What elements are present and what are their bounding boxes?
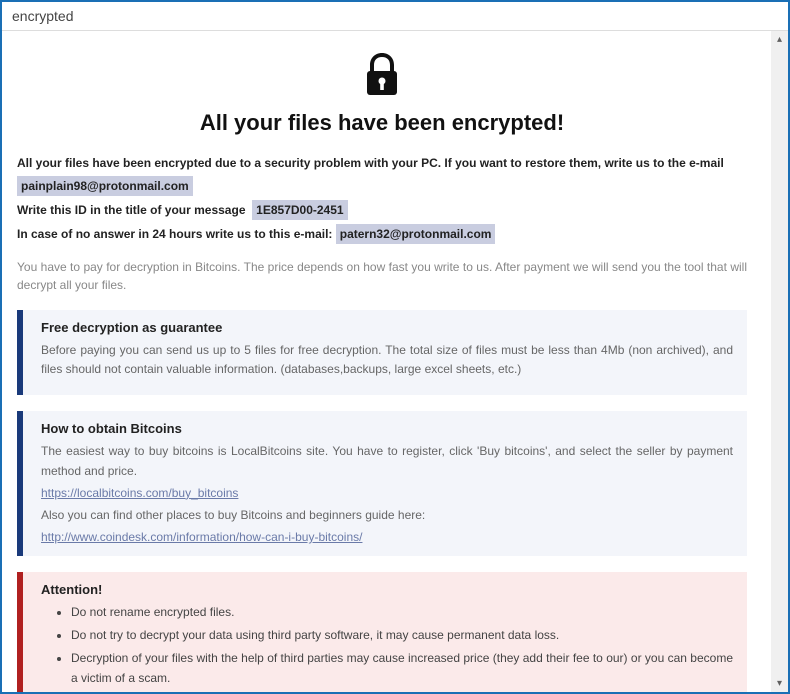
list-item: Do not try to decrypt your data using th… — [71, 626, 733, 645]
box-bitcoins: How to obtain Bitcoins The easiest way t… — [17, 411, 747, 556]
scroll-down-icon[interactable]: ▾ — [771, 675, 788, 692]
scroll-up-icon[interactable]: ▴ — [771, 31, 788, 48]
list-item: Decryption of your files with the help o… — [71, 649, 733, 687]
intro-line-2-text: Write this ID in the title of your messa… — [17, 203, 246, 217]
app-window: encrypted All your files have been encry… — [0, 0, 790, 694]
lock-icon — [362, 51, 402, 100]
intro-line-3: In case of no answer in 24 hours write u… — [17, 224, 747, 244]
box-btc-text1: The easiest way to buy bitcoins is Local… — [41, 442, 733, 480]
intro-email-1-row: painplain98@protonmail.com — [17, 176, 747, 196]
intro-line-3-text: In case of no answer in 24 hours write u… — [17, 227, 332, 241]
box-free-text: Before paying you can send us up to 5 fi… — [41, 341, 733, 379]
box-btc-title: How to obtain Bitcoins — [41, 421, 733, 436]
window-title: encrypted — [12, 8, 73, 24]
box-attention: Attention! Do not rename encrypted files… — [17, 572, 747, 692]
attention-list: Do not rename encrypted files. Do not tr… — [41, 603, 733, 688]
list-item: Do not rename encrypted files. — [71, 603, 733, 622]
window-titlebar: encrypted — [2, 2, 788, 31]
victim-id: 1E857D00-2451 — [252, 200, 347, 220]
box-free-decryption: Free decryption as guarantee Before payi… — [17, 310, 747, 395]
box-btc-text2: Also you can find other places to buy Bi… — [41, 506, 733, 525]
link-coindesk[interactable]: http://www.coindesk.com/information/how-… — [41, 530, 362, 544]
box-attn-title: Attention! — [41, 582, 733, 597]
link-localbitcoins[interactable]: https://localbitcoins.com/buy_bitcoins — [41, 486, 238, 500]
lock-icon-wrap — [17, 51, 747, 100]
main-content: All your files have been encrypted! All … — [2, 31, 771, 692]
intro-line-2: Write this ID in the title of your messa… — [17, 200, 747, 220]
intro-block: All your files have been encrypted due t… — [17, 154, 747, 244]
email-primary: painplain98@protonmail.com — [17, 176, 193, 196]
page-title: All your files have been encrypted! — [17, 110, 747, 136]
payment-note: You have to pay for decryption in Bitcoi… — [17, 258, 747, 294]
email-secondary: patern32@protonmail.com — [336, 224, 496, 244]
box-free-title: Free decryption as guarantee — [41, 320, 733, 335]
intro-line-1: All your files have been encrypted due t… — [17, 154, 747, 172]
content-wrapper: All your files have been encrypted! All … — [2, 31, 788, 692]
vertical-scrollbar[interactable]: ▴ ▾ — [771, 31, 788, 692]
